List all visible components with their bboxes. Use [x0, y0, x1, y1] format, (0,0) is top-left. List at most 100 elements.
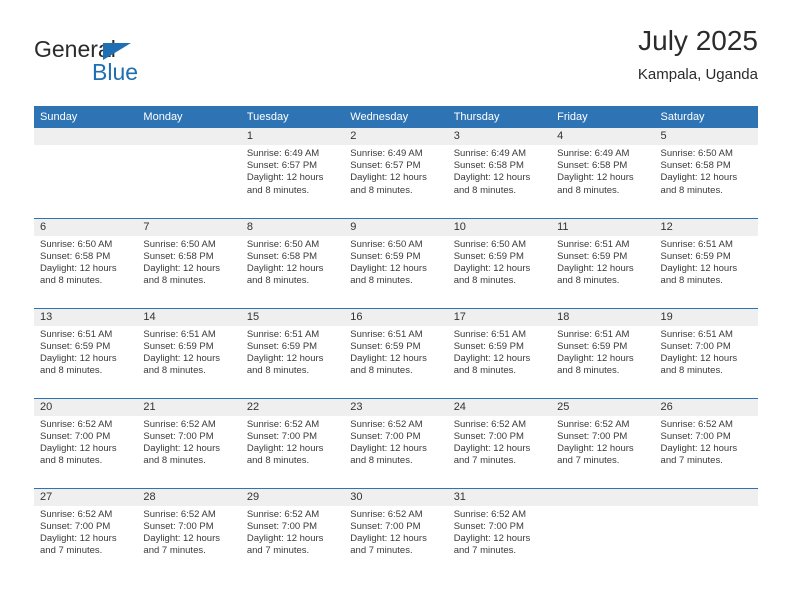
day-number: 5	[654, 128, 758, 145]
sunset-text: Sunset: 6:59 PM	[143, 340, 214, 352]
calendar-day-cell[interactable]: 15 Sunrise: 6:51 AM Sunset: 6:59 PM Dayl…	[240, 307, 345, 398]
day-details: Sunrise: 6:52 AM Sunset: 7:00 PM Dayligh…	[344, 506, 447, 558]
daylight-text-line1: Daylight: 12 hours	[246, 442, 324, 454]
day-number: 25	[551, 398, 655, 416]
daylight-text-line1: Daylight: 12 hours	[557, 262, 634, 274]
daylight-text-line2: and 7 minutes.	[40, 545, 103, 557]
calendar-day-cell[interactable]	[654, 487, 758, 578]
calendar-day-cell[interactable]: 17 Sunrise: 6:51 AM Sunset: 6:59 PM Dayl…	[447, 307, 552, 398]
calendar-day-cell[interactable]: 9 Sunrise: 6:50 AM Sunset: 6:59 PM Dayli…	[344, 217, 448, 308]
day-number: 15	[240, 308, 345, 326]
calendar-day-cell[interactable]: 8 Sunrise: 6:50 AM Sunset: 6:58 PM Dayli…	[240, 217, 345, 308]
calendar-day-cell[interactable]: 2 Sunrise: 6:49 AM Sunset: 6:57 PM Dayli…	[344, 128, 448, 218]
daylight-text-line2: and 8 minutes.	[350, 455, 413, 467]
sunset-text: Sunset: 6:59 PM	[246, 340, 318, 352]
calendar-day-cell[interactable]: 23 Sunrise: 6:52 AM Sunset: 7:00 PM Dayl…	[344, 397, 448, 488]
sunset-text: Sunset: 7:00 PM	[660, 430, 731, 442]
sunrise-text: Sunrise: 6:49 AM	[557, 148, 630, 159]
day-details: Sunrise: 6:52 AM Sunset: 7:00 PM Dayligh…	[137, 416, 240, 468]
daylight-text-line2: and 8 minutes.	[246, 365, 310, 377]
daylight-text-line2: and 8 minutes.	[557, 184, 620, 196]
title-block: July 2025 Kampala, Uganda	[638, 25, 758, 83]
calendar-day-cell[interactable]: 29 Sunrise: 6:52 AM Sunset: 7:00 PM Dayl…	[240, 487, 345, 578]
calendar-day-cell[interactable]: 31 Sunrise: 6:52 AM Sunset: 7:00 PM Dayl…	[447, 487, 552, 578]
daylight-text-line2: and 8 minutes.	[557, 365, 620, 377]
day-number: 28	[137, 488, 241, 506]
calendar-day-cell[interactable]: 27 Sunrise: 6:52 AM Sunset: 7:00 PM Dayl…	[34, 487, 138, 578]
day-number: 21	[137, 398, 241, 416]
day-details: Sunrise: 6:50 AM Sunset: 6:59 PM Dayligh…	[448, 236, 551, 288]
sunrise-text: Sunrise: 6:51 AM	[660, 328, 733, 340]
calendar-week-row: 27 Sunrise: 6:52 AM Sunset: 7:00 PM Dayl…	[34, 487, 758, 578]
sunrise-text: Sunrise: 6:52 AM	[143, 418, 216, 430]
calendar-day-cell[interactable]: 25 Sunrise: 6:52 AM Sunset: 7:00 PM Dayl…	[551, 397, 655, 488]
calendar-day-cell[interactable]	[551, 487, 655, 578]
daylight-text-line2: and 7 minutes.	[246, 545, 310, 557]
sunrise-text: Sunrise: 6:52 AM	[350, 418, 423, 430]
daylight-text-line2: and 8 minutes.	[660, 184, 723, 196]
calendar-day-cell[interactable]: 14 Sunrise: 6:51 AM Sunset: 6:59 PM Dayl…	[137, 307, 241, 398]
daylight-text-line2: and 8 minutes.	[350, 365, 413, 377]
day-details: Sunrise: 6:52 AM Sunset: 7:00 PM Dayligh…	[448, 416, 551, 468]
calendar-day-cell[interactable]: 24 Sunrise: 6:52 AM Sunset: 7:00 PM Dayl…	[447, 397, 552, 488]
daylight-text-line1: Daylight: 12 hours	[350, 532, 427, 544]
daylight-text-line1: Daylight: 12 hours	[143, 352, 220, 364]
sunset-text: Sunset: 7:00 PM	[143, 430, 214, 442]
daylight-text-line1: Daylight: 12 hours	[557, 352, 634, 364]
sunrise-text: Sunrise: 6:50 AM	[246, 238, 320, 250]
calendar-day-cell[interactable]: 22 Sunrise: 6:52 AM Sunset: 7:00 PM Dayl…	[240, 397, 345, 488]
sunset-text: Sunset: 6:59 PM	[557, 340, 628, 352]
calendar-day-cell[interactable]: 6 Sunrise: 6:50 AM Sunset: 6:58 PM Dayli…	[34, 217, 138, 308]
weekday-header-wednesday: Wednesday	[344, 106, 448, 128]
calendar-day-cell[interactable]: 11 Sunrise: 6:51 AM Sunset: 6:59 PM Dayl…	[551, 217, 655, 308]
daylight-text-line2: and 8 minutes.	[143, 365, 206, 377]
calendar-day-cell[interactable]: 7 Sunrise: 6:50 AM Sunset: 6:58 PM Dayli…	[137, 217, 241, 308]
calendar-day-cell[interactable]: 18 Sunrise: 6:51 AM Sunset: 6:59 PM Dayl…	[551, 307, 655, 398]
daylight-text-line1: Daylight: 12 hours	[660, 442, 738, 454]
weekday-header-saturday: Saturday	[654, 106, 758, 128]
calendar-day-cell[interactable]: 12 Sunrise: 6:51 AM Sunset: 6:59 PM Dayl…	[654, 217, 758, 308]
daylight-text-line1: Daylight: 12 hours	[350, 262, 427, 274]
daylight-text-line1: Daylight: 12 hours	[350, 442, 427, 454]
page-header: General Blue July 2025 Kampala, Uganda	[34, 25, 758, 94]
daylight-text-line2: and 8 minutes.	[660, 365, 723, 377]
calendar-day-cell[interactable]: 10 Sunrise: 6:50 AM Sunset: 6:59 PM Dayl…	[447, 217, 552, 308]
calendar-week-row: 13 Sunrise: 6:51 AM Sunset: 6:59 PM Dayl…	[34, 307, 758, 398]
sunset-text: Sunset: 7:00 PM	[143, 520, 214, 532]
sunrise-text: Sunrise: 6:51 AM	[557, 238, 630, 250]
calendar-day-cell[interactable]	[34, 128, 138, 218]
calendar-day-cell[interactable]: 3 Sunrise: 6:49 AM Sunset: 6:58 PM Dayli…	[447, 128, 552, 218]
day-details	[34, 145, 137, 148]
day-number: 3	[447, 128, 552, 145]
daylight-text-line2: and 7 minutes.	[350, 545, 413, 557]
daylight-text-line1: Daylight: 12 hours	[40, 442, 117, 454]
calendar-day-cell[interactable]: 28 Sunrise: 6:52 AM Sunset: 7:00 PM Dayl…	[137, 487, 241, 578]
day-number: 10	[447, 218, 552, 236]
weekday-header-friday: Friday	[551, 106, 655, 128]
calendar-day-cell[interactable]: 21 Sunrise: 6:52 AM Sunset: 7:00 PM Dayl…	[137, 397, 241, 488]
daylight-text-line1: Daylight: 12 hours	[40, 262, 117, 274]
calendar-day-cell[interactable]: 19 Sunrise: 6:51 AM Sunset: 7:00 PM Dayl…	[654, 307, 758, 398]
sunrise-text: Sunrise: 6:50 AM	[453, 238, 527, 250]
sunrise-text: Sunrise: 6:51 AM	[246, 328, 320, 340]
day-details: Sunrise: 6:52 AM Sunset: 7:00 PM Dayligh…	[551, 416, 654, 468]
sunset-text: Sunset: 7:00 PM	[40, 430, 111, 442]
day-details: Sunrise: 6:50 AM Sunset: 6:58 PM Dayligh…	[241, 236, 344, 288]
calendar-day-cell[interactable]: 1 Sunrise: 6:49 AM Sunset: 6:57 PM Dayli…	[240, 128, 345, 218]
calendar-day-cell[interactable]	[137, 128, 241, 218]
day-details: Sunrise: 6:51 AM Sunset: 6:59 PM Dayligh…	[551, 326, 654, 378]
sunrise-text: Sunrise: 6:51 AM	[453, 328, 527, 340]
day-number: 19	[654, 308, 758, 326]
calendar-day-cell[interactable]: 5 Sunrise: 6:50 AM Sunset: 6:58 PM Dayli…	[654, 128, 758, 218]
daylight-text-line2: and 8 minutes.	[246, 275, 310, 287]
day-details: Sunrise: 6:52 AM Sunset: 7:00 PM Dayligh…	[137, 506, 240, 558]
calendar-day-cell[interactable]: 16 Sunrise: 6:51 AM Sunset: 6:59 PM Dayl…	[344, 307, 448, 398]
calendar-day-cell[interactable]: 4 Sunrise: 6:49 AM Sunset: 6:58 PM Dayli…	[551, 128, 655, 218]
calendar-day-cell[interactable]: 26 Sunrise: 6:52 AM Sunset: 7:00 PM Dayl…	[654, 397, 758, 488]
logo-text-blue: Blue	[92, 59, 139, 85]
calendar-day-cell[interactable]: 20 Sunrise: 6:52 AM Sunset: 7:00 PM Dayl…	[34, 397, 138, 488]
sunrise-text: Sunrise: 6:51 AM	[143, 328, 216, 340]
calendar-day-cell[interactable]: 13 Sunrise: 6:51 AM Sunset: 6:59 PM Dayl…	[34, 307, 138, 398]
calendar-day-cell[interactable]: 30 Sunrise: 6:52 AM Sunset: 7:00 PM Dayl…	[344, 487, 448, 578]
sunrise-text: Sunrise: 6:52 AM	[350, 508, 423, 520]
